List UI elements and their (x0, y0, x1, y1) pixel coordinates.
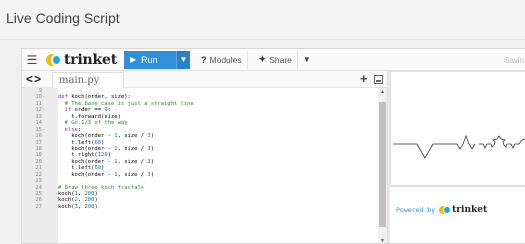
trinket-toolbar: ☰ trinket ▶ Run ▼ ? Modules ✦ Share ▼ Sa… (22, 49, 525, 71)
modules-label: Modules (209, 54, 242, 65)
share-button[interactable]: ✦ Share (254, 50, 298, 69)
page: Live Coding Script ☰ trinket ▶ Run ▼ ? M… (0, 0, 525, 244)
file-nav-arrows-icon[interactable]: <> (26, 72, 42, 86)
code-line: 27 koch(3, 200) (22, 204, 382, 210)
logo-text: trinket (64, 51, 118, 68)
more-options-chevron-down-icon[interactable]: ▼ (303, 55, 311, 64)
scrollbar-thumb[interactable] (379, 102, 386, 227)
run-options-chevron-down-icon[interactable]: ▼ (176, 50, 191, 69)
turtle-output-canvas (390, 71, 525, 186)
code-text: koch(3, 200) (58, 203, 98, 210)
page-title: Live Coding Script (6, 10, 120, 26)
powered-by-brand: trinket (452, 205, 488, 215)
trinket-embed: ☰ trinket ▶ Run ▼ ? Modules ✦ Share ▼ Sa… (21, 48, 525, 244)
page-header: Live Coding Script (0, 0, 525, 40)
trinket-logo-icon (46, 53, 62, 67)
powered-by-text: Powered by (396, 206, 436, 214)
run-label: Run (141, 54, 158, 65)
file-tab-bar: <> main.py + (22, 71, 387, 88)
file-tab-main[interactable]: main.py (52, 72, 124, 88)
powered-by-link[interactable]: Powered by trinket (396, 205, 487, 215)
share-label: Share (269, 54, 292, 65)
editor-scrollbar[interactable]: ▲ ▼ (378, 88, 387, 243)
scroll-up-icon[interactable]: ▲ (380, 89, 385, 95)
trinket-logo[interactable]: trinket (46, 49, 117, 71)
run-button[interactable]: ▶ Run (124, 50, 177, 69)
add-file-icon[interactable]: + (360, 71, 368, 86)
powered-by-footer: Powered by trinket (390, 186, 525, 243)
modules-button[interactable]: ? Modules (196, 50, 248, 69)
code-editor[interactable]: 9 10- def koch(order, size): 11 # The base … (22, 88, 387, 243)
koch-drawing (393, 134, 525, 159)
question-icon: ? (201, 54, 207, 65)
play-icon: ▶ (130, 55, 137, 64)
twitter-bird-icon: ✦ (258, 54, 267, 64)
image-upload-icon[interactable] (374, 75, 383, 84)
powered-by-logo: trinket (439, 205, 487, 215)
scroll-down-icon[interactable]: ▼ (380, 238, 385, 243)
hamburger-icon[interactable]: ☰ (24, 49, 40, 71)
trinket-small-logo-icon (439, 205, 452, 215)
code-lines: 9 10- def koch(order, size): 11 # The base … (22, 88, 382, 210)
line-number: 27 (35, 203, 42, 210)
save-status: Savin (503, 55, 524, 65)
